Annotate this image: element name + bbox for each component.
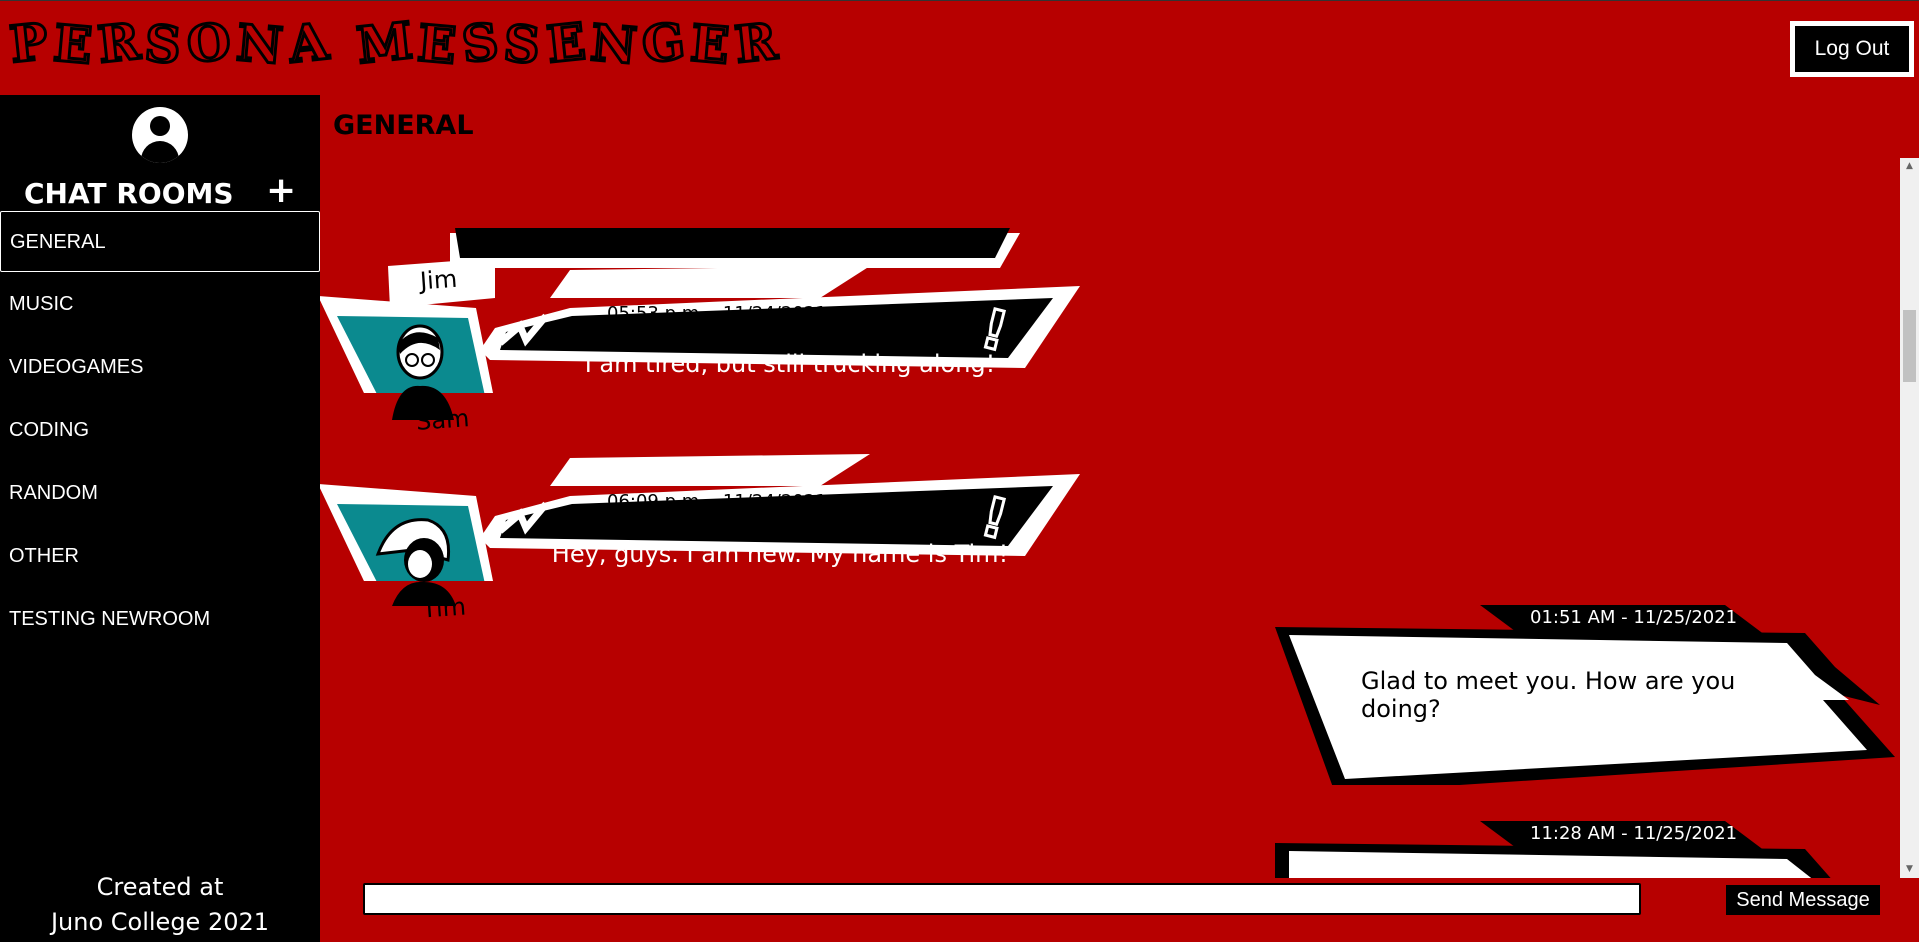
message-tim: ! 06:09 p.m. - 11/24/2021 Hey, guys. I a… — [320, 416, 1080, 623]
user-avatar-icon[interactable] — [132, 107, 188, 163]
author-name: Tim — [421, 592, 467, 624]
chat-rooms-title: CHAT ROOMS — [24, 177, 234, 210]
message-self: 11:28 AM - 11/25/2021 — [1275, 821, 1898, 878]
add-room-button[interactable]: + — [266, 171, 296, 211]
send-message-button[interactable]: Send Message — [1726, 885, 1880, 915]
scroll-down-icon[interactable]: ▼ — [1900, 861, 1919, 878]
timestamp: 06:09 p.m. - 11/24/2021 — [607, 491, 827, 512]
chat-scrollbar[interactable]: ▲ ▼ — [1900, 158, 1919, 878]
app-logo: PERSONA MESSENGER — [6, 8, 788, 77]
room-heading: GENERAL — [333, 110, 474, 141]
timestamp: 05:53 p.m. - 11/24/2021 — [607, 303, 827, 324]
chat-messages: Jim ! 05:53 p.m. - 11/24/2021 I am tired… — [320, 158, 1898, 878]
message-text: I am tired, but still trucking along! — [584, 350, 996, 378]
room-list: GENERAL MUSIC VIDEOGAMES CODING RANDOM O… — [0, 211, 320, 652]
message-text: Glad to meet you. How are you doing? — [1361, 667, 1736, 723]
timestamp: 11:28 AM - 11/25/2021 — [1530, 823, 1738, 844]
room-item-music[interactable]: MUSIC — [0, 274, 320, 335]
tim-portrait-icon — [372, 510, 462, 606]
credits: Created at Juno College 2021 — [0, 870, 320, 940]
room-item-random[interactable]: RANDOM — [0, 463, 320, 524]
sidebar: CHAT ROOMS + GENERAL MUSIC VIDEOGAMES CO… — [0, 95, 320, 942]
message-input[interactable] — [363, 883, 1641, 915]
logout-button[interactable]: Log Out — [1790, 21, 1914, 77]
message-sam: ! 05:53 p.m. - 11/24/2021 I am tired, bu… — [320, 228, 1080, 436]
timestamp: 01:51 AM - 11/25/2021 — [1530, 607, 1738, 628]
room-item-coding[interactable]: CODING — [0, 400, 320, 461]
room-item-videogames[interactable]: VIDEOGAMES — [0, 337, 320, 398]
room-item-general[interactable]: GENERAL — [0, 211, 320, 272]
credits-line-1: Created at — [96, 873, 224, 901]
scroll-up-icon[interactable]: ▲ — [1900, 158, 1919, 175]
top-bar: PERSONA MESSENGER Log Out — [0, 0, 1919, 95]
composer: Send Message — [320, 878, 1919, 942]
message-text: Hey, guys. I am new. My name is Tim! — [551, 540, 1009, 568]
scrollbar-thumb[interactable] — [1903, 310, 1916, 382]
room-item-testing-newroom[interactable]: TESTING NEWROOM — [0, 589, 320, 650]
credits-line-2: Juno College 2021 — [50, 908, 270, 936]
message-self: 01:51 AM - 11/25/2021 Glad to meet you. … — [1275, 605, 1898, 785]
room-item-other[interactable]: OTHER — [0, 526, 320, 587]
